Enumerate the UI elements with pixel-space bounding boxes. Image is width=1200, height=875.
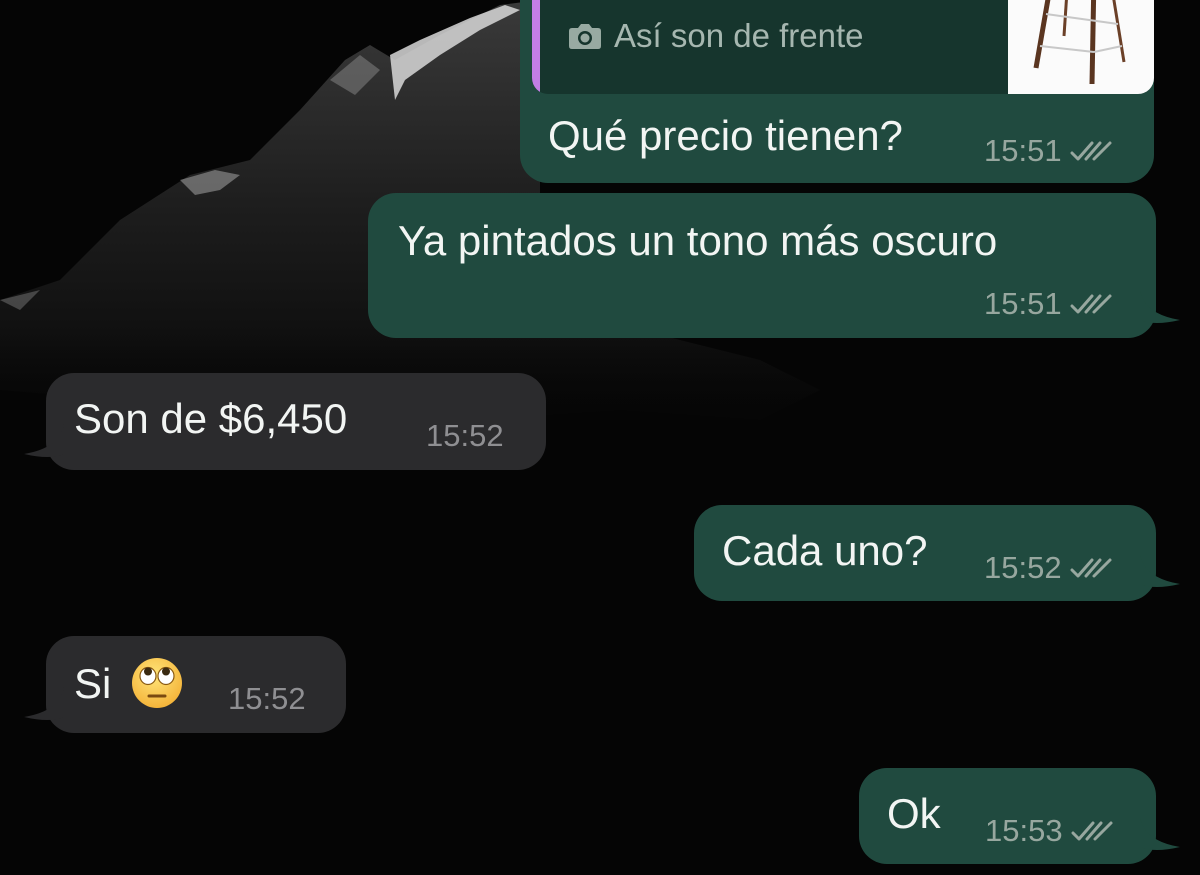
- quote-text: Así son de frente: [614, 17, 864, 54]
- bubble-tail-outgoing: [1140, 290, 1180, 323]
- double-check-icon: [1071, 821, 1113, 841]
- face-with-rolling-eyes-icon: [132, 658, 182, 708]
- message-bubble-outgoing[interactable]: Ya pintados un tono más oscuro 15:51: [368, 193, 1156, 338]
- message-text: Son de $6,450: [74, 395, 348, 442]
- message-text: Qué precio tienen?: [548, 112, 903, 159]
- message-time: 15:52: [426, 418, 504, 453]
- bar-stool-thumbnail[interactable]: [1008, 0, 1154, 94]
- message-time: 15:51: [984, 286, 1062, 321]
- message-time: 15:52: [228, 681, 306, 716]
- message-meta: 15:53: [985, 814, 1115, 848]
- message-bubble-incoming[interactable]: Si 15:52: [46, 636, 346, 733]
- chat-view[interactable]: Así son de frente Qué precio tienen? 15:…: [0, 0, 1200, 875]
- message-meta: 15:52: [228, 682, 306, 716]
- message-text: Si: [74, 660, 112, 707]
- message-bubble-outgoing[interactable]: Ok 15:53: [859, 768, 1156, 864]
- camera-icon: [569, 24, 601, 49]
- bubble-tail-outgoing: [1140, 554, 1180, 587]
- bubble-tail-incoming: [24, 687, 64, 720]
- double-check-icon: [1070, 294, 1112, 314]
- message-meta: 15:52: [984, 551, 1114, 585]
- message-bubble-incoming[interactable]: Son de $6,450 15:52: [46, 373, 546, 470]
- bubble-tail-incoming: [24, 424, 64, 457]
- message-bubble-outgoing[interactable]: Cada uno? 15:52: [694, 505, 1156, 601]
- message-meta: 15:51: [984, 287, 1114, 321]
- quoted-message[interactable]: Así son de frente: [532, 0, 1154, 94]
- message-text: Cada uno?: [722, 527, 928, 574]
- quote-accent-bar: [532, 0, 540, 94]
- message-text: Ok: [887, 790, 941, 837]
- message-time: 15:53: [985, 813, 1063, 848]
- message-text: Ya pintados un tono más oscuro: [398, 217, 998, 264]
- message-time: 15:51: [984, 133, 1062, 168]
- bubble-tail-outgoing: [1140, 817, 1180, 850]
- double-check-icon: [1070, 558, 1112, 578]
- message-time: 15:52: [984, 550, 1062, 585]
- message-meta: 15:52: [426, 419, 504, 453]
- message-bubble-outgoing[interactable]: Así son de frente Qué precio tienen? 15:…: [520, 0, 1154, 183]
- quote-caption: Así son de frente: [568, 18, 863, 54]
- message-meta: 15:51: [984, 134, 1114, 168]
- double-check-icon: [1070, 141, 1112, 161]
